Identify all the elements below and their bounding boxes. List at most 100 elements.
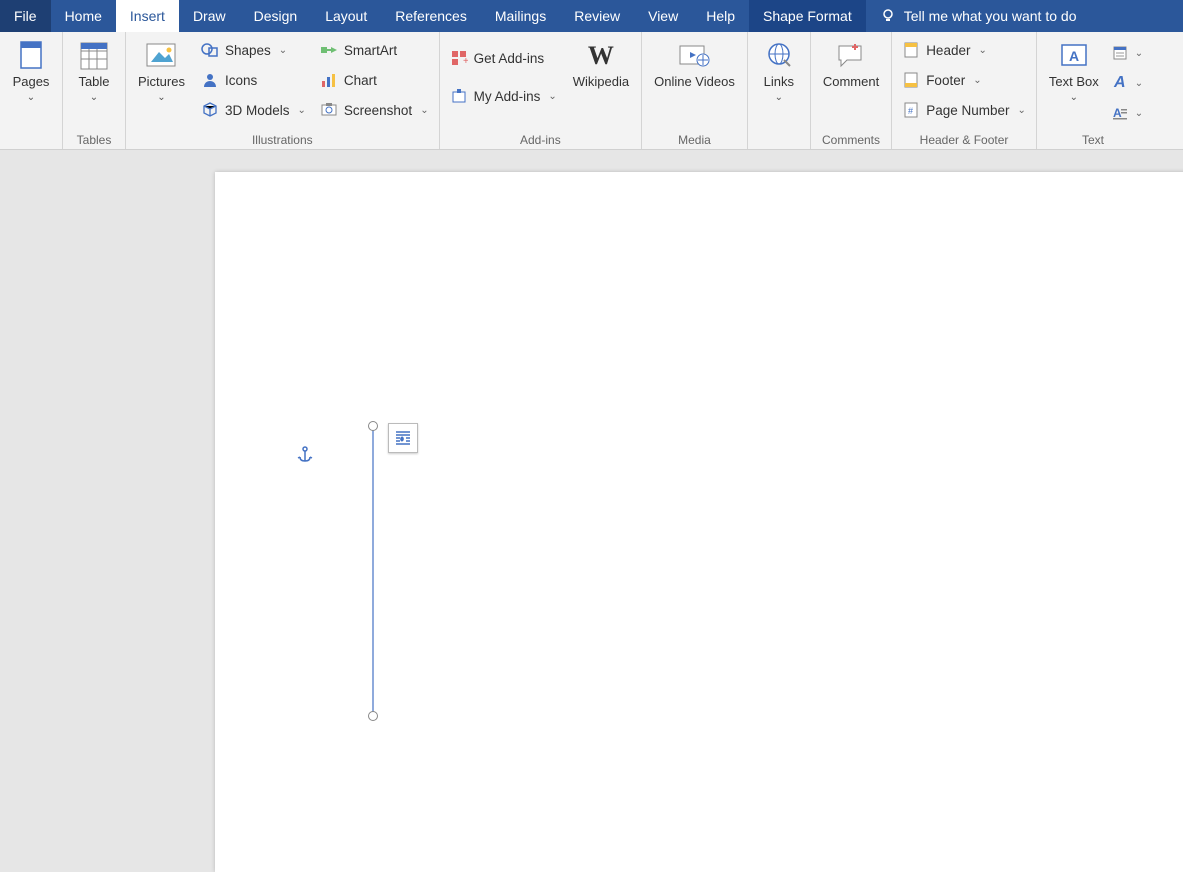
layout-options-button[interactable] xyxy=(388,423,418,453)
pages-label: Pages xyxy=(13,74,50,90)
links-label: Links xyxy=(764,74,794,90)
screenshot-label: Screenshot xyxy=(344,103,412,118)
page-icon xyxy=(15,40,47,72)
icons-icon xyxy=(201,71,219,89)
chevron-down-icon: ⌄ xyxy=(90,92,98,103)
text-box-button[interactable]: A Text Box ⌄ xyxy=(1043,36,1105,107)
ribbon: Pages ⌄ Table ⌄ Tables Pictures xyxy=(0,32,1183,150)
video-icon xyxy=(678,40,710,72)
shapes-icon xyxy=(201,41,219,59)
group-links: Links ⌄ xyxy=(748,32,811,149)
chevron-down-icon: ⌄ xyxy=(420,105,428,116)
page-number-button[interactable]: # Page Number ⌄ xyxy=(898,96,1030,124)
tab-file[interactable]: File xyxy=(0,0,51,32)
addins-icon xyxy=(450,87,468,105)
tab-references[interactable]: References xyxy=(381,0,481,32)
wikipedia-button[interactable]: W Wikipedia xyxy=(567,36,635,94)
pages-button[interactable]: Pages ⌄ xyxy=(6,36,56,107)
header-icon xyxy=(902,41,920,59)
group-addins-label: Add-ins xyxy=(446,131,636,147)
pictures-label: Pictures xyxy=(138,74,185,90)
document-page[interactable] xyxy=(215,172,1183,872)
tab-layout[interactable]: Layout xyxy=(311,0,381,32)
chevron-down-icon: ⌄ xyxy=(1017,105,1025,116)
chevron-down-icon: ⌄ xyxy=(1070,92,1078,103)
group-pages-label xyxy=(6,131,56,147)
group-media: Online Videos Media xyxy=(642,32,748,149)
chart-icon xyxy=(320,71,338,89)
footer-icon xyxy=(902,71,920,89)
shapes-button[interactable]: Shapes ⌄ xyxy=(197,36,310,64)
chevron-down-icon: ⌄ xyxy=(1135,48,1143,59)
chevron-down-icon: ⌄ xyxy=(279,45,287,56)
3d-models-button[interactable]: 3D Models ⌄ xyxy=(197,96,310,124)
wikipedia-label: Wikipedia xyxy=(573,74,629,90)
document-canvas[interactable] xyxy=(0,150,1183,642)
tab-insert[interactable]: Insert xyxy=(116,0,179,32)
anchor-icon xyxy=(296,446,314,464)
tab-review[interactable]: Review xyxy=(560,0,634,32)
get-addins-label: Get Add-ins xyxy=(474,51,545,66)
smartart-button[interactable]: SmartArt xyxy=(316,36,433,64)
table-button[interactable]: Table ⌄ xyxy=(69,36,119,107)
pictures-button[interactable]: Pictures ⌄ xyxy=(132,36,191,107)
links-button[interactable]: Links ⌄ xyxy=(754,36,804,107)
svg-text:#: # xyxy=(908,106,913,116)
lightbulb-icon xyxy=(880,8,896,24)
icons-label: Icons xyxy=(225,73,257,88)
pictures-icon xyxy=(145,40,177,72)
table-label: Table xyxy=(78,74,109,90)
group-pages: Pages ⌄ xyxy=(0,32,63,149)
drop-cap-icon[interactable]: A xyxy=(1111,104,1129,122)
svg-text:A: A xyxy=(1113,106,1122,120)
get-addins-button[interactable]: + Get Add-ins xyxy=(446,44,561,72)
wordart-icon[interactable]: A xyxy=(1111,74,1129,92)
group-illustrations: Pictures ⌄ Shapes ⌄ Icons 3D Models ⌄ xyxy=(126,32,440,149)
wikipedia-icon: W xyxy=(585,40,617,72)
cube-icon xyxy=(201,101,219,119)
tell-me-label: Tell me what you want to do xyxy=(904,8,1077,24)
text-box-icon: A xyxy=(1058,40,1090,72)
text-box-label: Text Box xyxy=(1049,74,1099,90)
svg-text:A: A xyxy=(1069,48,1079,64)
group-tables: Table ⌄ Tables xyxy=(63,32,126,149)
group-media-label: Media xyxy=(648,131,741,147)
comment-button[interactable]: Comment xyxy=(817,36,885,94)
ribbon-tabs: File Home Insert Draw Design Layout Refe… xyxy=(0,0,1183,32)
comment-label: Comment xyxy=(823,74,879,90)
line-shape[interactable] xyxy=(372,429,374,715)
smartart-label: SmartArt xyxy=(344,43,397,58)
icons-button[interactable]: Icons xyxy=(197,66,310,94)
tab-mailings[interactable]: Mailings xyxy=(481,0,560,32)
my-addins-label: My Add-ins xyxy=(474,89,541,104)
table-icon xyxy=(78,40,110,72)
my-addins-button[interactable]: My Add-ins ⌄ xyxy=(446,82,561,110)
tell-me-search[interactable]: Tell me what you want to do xyxy=(866,0,1183,32)
header-button[interactable]: Header ⌄ xyxy=(898,36,1030,64)
chevron-down-icon: ⌄ xyxy=(548,91,556,102)
group-illustrations-label: Illustrations xyxy=(132,131,433,147)
tab-help[interactable]: Help xyxy=(692,0,749,32)
comment-icon xyxy=(835,40,867,72)
group-tables-label: Tables xyxy=(69,131,119,147)
footer-button[interactable]: Footer ⌄ xyxy=(898,66,1030,94)
footer-label: Footer xyxy=(926,73,965,88)
chevron-down-icon: ⌄ xyxy=(978,45,986,56)
screenshot-icon xyxy=(320,101,338,119)
link-icon xyxy=(763,40,795,72)
chevron-down-icon: ⌄ xyxy=(298,105,306,116)
screenshot-button[interactable]: Screenshot ⌄ xyxy=(316,96,433,124)
tab-draw[interactable]: Draw xyxy=(179,0,240,32)
tab-shape-format[interactable]: Shape Format xyxy=(749,0,866,32)
quick-parts-icon[interactable] xyxy=(1111,44,1129,62)
chevron-down-icon: ⌄ xyxy=(1135,78,1143,89)
selection-handle-bottom[interactable] xyxy=(368,711,378,721)
tab-design[interactable]: Design xyxy=(240,0,312,32)
chart-button[interactable]: Chart xyxy=(316,66,433,94)
selection-handle-top[interactable] xyxy=(368,421,378,431)
group-links-label xyxy=(754,131,804,147)
tab-view[interactable]: View xyxy=(634,0,692,32)
tab-home[interactable]: Home xyxy=(51,0,116,32)
chart-label: Chart xyxy=(344,73,377,88)
online-videos-button[interactable]: Online Videos xyxy=(648,36,741,94)
